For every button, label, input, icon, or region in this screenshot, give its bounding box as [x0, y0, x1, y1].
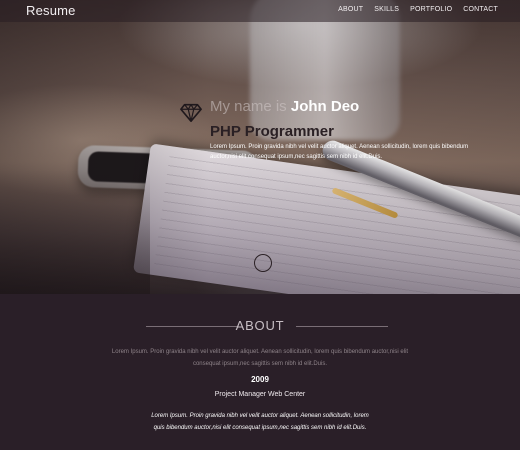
hero-description: Lorem Ipsum. Proin gravida nibh vel veli…	[210, 144, 469, 160]
nav-link-skills[interactable]: SKILLS	[374, 6, 399, 13]
intro-prefix: My name is	[210, 98, 291, 115]
experience-year: 2009	[251, 375, 269, 384]
hero-intro: My name is John Deo	[210, 98, 359, 115]
nav-link-contact[interactable]: CONTACT	[463, 6, 498, 13]
nav-link-about[interactable]: ABOUT	[338, 6, 363, 13]
navbar: Resume ABOUT SKILLS PORTFOLIO CONTACT	[0, 0, 520, 22]
hero-section: Resume ABOUT SKILLS PORTFOLIO CONTACT My…	[0, 0, 520, 294]
about-text: Lorem Ipsum. Proin gravida nibh vel veli…	[111, 349, 409, 367]
brand-logo[interactable]: Resume	[26, 3, 76, 18]
diamond-icon	[180, 103, 202, 122]
nav-link-portfolio[interactable]: PORTFOLIO	[410, 6, 452, 13]
job-title: Project Manager Web Center	[214, 391, 306, 398]
scroll-indicator[interactable]	[254, 254, 272, 272]
about-heading: ABOUT	[235, 318, 285, 333]
about-section: ABOUT Lorem Ipsum. Proin gravida nibh ve…	[0, 294, 520, 450]
nav-links: ABOUT SKILLS PORTFOLIO CONTACT	[338, 6, 498, 13]
hero-role: PHP Programmer	[210, 123, 334, 140]
job-description: Lorem Ipsum. Proin gravida nibh vel veli…	[151, 413, 369, 431]
hero-name: John Deo	[290, 98, 360, 115]
